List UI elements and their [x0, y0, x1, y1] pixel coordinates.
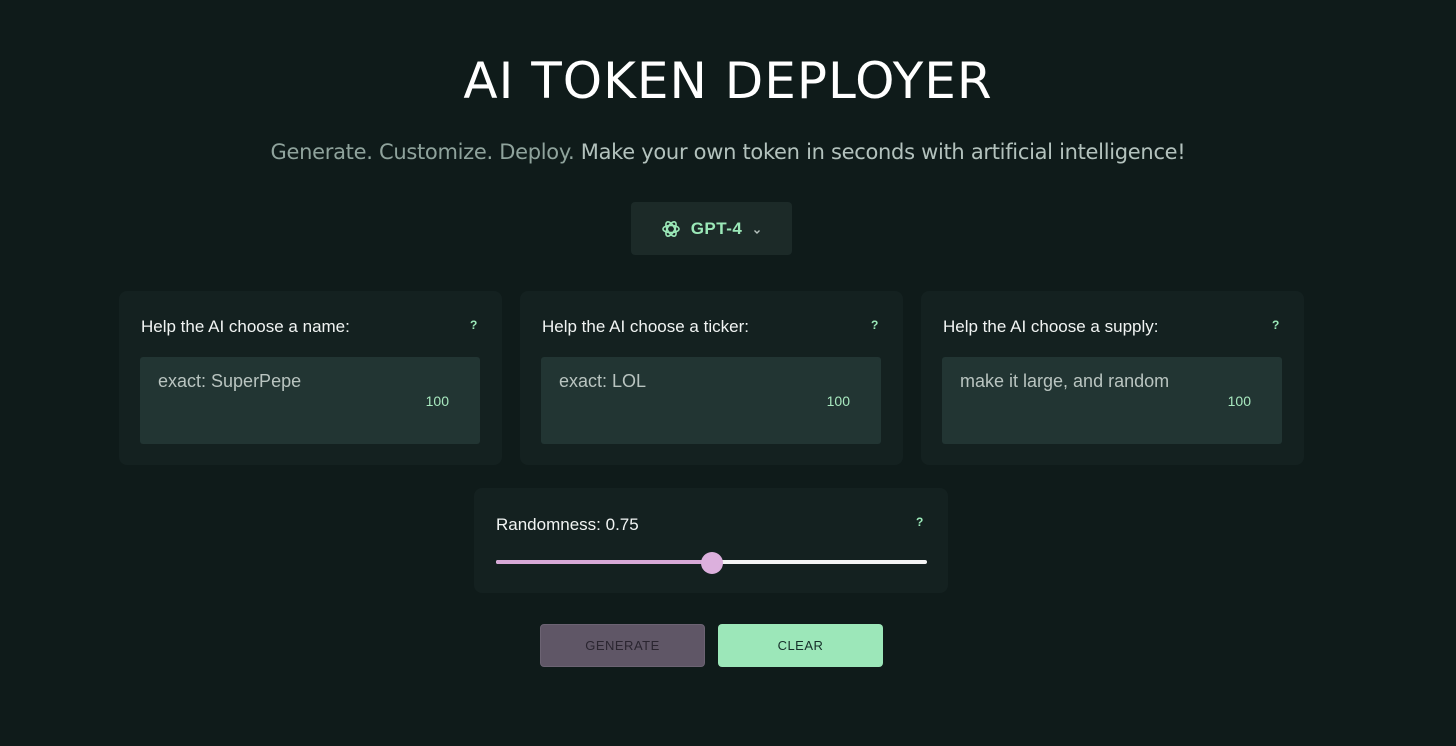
- ticker-input-value: exact: LOL: [559, 371, 647, 391]
- subtitle-bright-text: Make your own token in seconds with arti…: [580, 140, 1186, 164]
- openai-logo-icon: [661, 219, 681, 239]
- name-input[interactable]: exact: SuperPepe 100: [140, 357, 480, 444]
- supply-input-value: make it large, and random: [960, 371, 1170, 391]
- model-select-dropdown[interactable]: GPT-4: [631, 202, 792, 255]
- ticker-help-icon[interactable]: ?: [871, 318, 878, 332]
- ticker-char-count: 100: [826, 393, 850, 409]
- supply-card-label: Help the AI choose a supply:: [943, 317, 1159, 336]
- generate-button[interactable]: GENERATE: [540, 624, 705, 667]
- supply-char-count: 100: [1227, 393, 1251, 409]
- supply-help-icon[interactable]: ?: [1272, 318, 1279, 332]
- name-card: Help the AI choose a name: ? exact: Supe…: [119, 291, 502, 465]
- page: AI TOKEN DEPLOYER Generate. Customize. D…: [0, 0, 1456, 746]
- randomness-help-icon[interactable]: ?: [916, 515, 923, 529]
- ticker-card: Help the AI choose a ticker: ? exact: LO…: [520, 291, 903, 465]
- randomness-slider[interactable]: [496, 552, 927, 574]
- page-title: AI TOKEN DEPLOYER: [463, 52, 993, 110]
- supply-input[interactable]: make it large, and random 100: [942, 357, 1282, 444]
- ticker-card-label: Help the AI choose a ticker:: [542, 317, 749, 336]
- name-char-count: 100: [425, 393, 449, 409]
- name-help-icon[interactable]: ?: [470, 318, 477, 332]
- slider-thumb[interactable]: [700, 552, 723, 574]
- randomness-label: Randomness: 0.75: [496, 515, 639, 534]
- chevron-down-icon: [752, 224, 762, 234]
- model-select-label: GPT-4: [690, 218, 743, 238]
- slider-fill: [496, 560, 712, 564]
- page-subtitle: Generate. Customize. Deploy. Make your o…: [0, 140, 1456, 164]
- name-card-label: Help the AI choose a name:: [141, 317, 350, 336]
- clear-button[interactable]: CLEAR: [718, 624, 883, 667]
- randomness-card: Randomness: 0.75 ?: [474, 488, 948, 593]
- supply-card: Help the AI choose a supply: ? make it l…: [921, 291, 1304, 465]
- subtitle-dim-text: Generate. Customize. Deploy.: [270, 140, 575, 164]
- ticker-input[interactable]: exact: LOL 100: [541, 357, 881, 444]
- name-input-value: exact: SuperPepe: [158, 371, 302, 391]
